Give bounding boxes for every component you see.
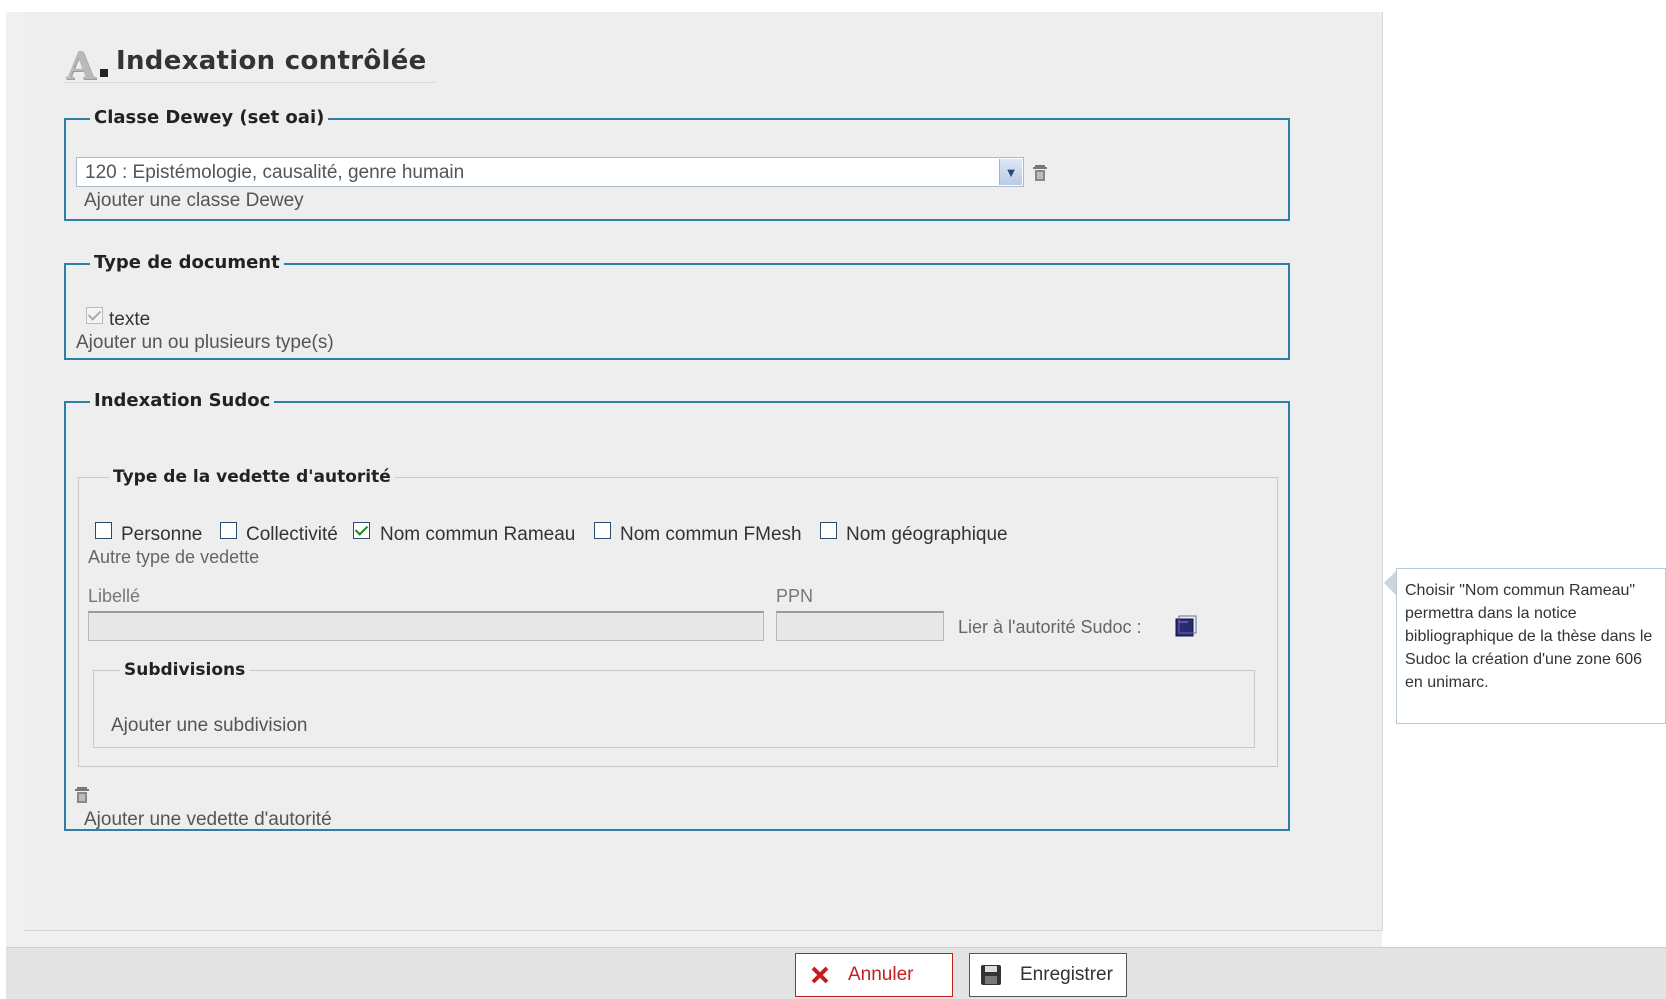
sudoc-fieldset: Indexation Sudoc Type de la vedette d'au…: [64, 389, 1290, 831]
add-dewey-link[interactable]: Ajouter une classe Dewey: [84, 190, 304, 212]
label-nom-geographique: Nom géographique: [846, 524, 1008, 545]
trash-icon[interactable]: [74, 786, 90, 804]
ppn-input[interactable]: [776, 611, 944, 641]
trash-icon[interactable]: [1032, 164, 1048, 182]
checkbox-collectivite[interactable]: [220, 522, 237, 539]
page-title-text: Indexation contrôlée: [116, 46, 427, 76]
page-title: A Indexation contrôlée: [64, 40, 436, 88]
doc-type-legend: Type de document: [90, 251, 284, 275]
chevron-down-icon[interactable]: ▼: [999, 159, 1022, 185]
cancel-button[interactable]: Annuler: [795, 953, 953, 997]
right-margin: [1382, 12, 1666, 947]
authority-a-icon: A: [64, 41, 110, 88]
label-personne: Personne: [121, 524, 203, 545]
vedette-legend: Type de la vedette d'autorité: [109, 466, 395, 488]
dewey-select[interactable]: 120 : Epistémologie, causalité, genre hu…: [76, 157, 1024, 187]
save-button[interactable]: Enregistrer: [969, 953, 1127, 997]
save-button-label: Enregistrer: [1020, 964, 1113, 985]
checkbox-nom-geographique[interactable]: [820, 522, 837, 539]
help-tooltip: Choisir "Nom commun Rameau" permettra da…: [1396, 568, 1666, 724]
other-vedette-type-link[interactable]: Autre type de vedette: [88, 547, 259, 568]
save-icon: [981, 965, 1001, 985]
add-subdivision-link[interactable]: Ajouter une subdivision: [111, 715, 307, 737]
doc-type-texte-label: texte: [109, 309, 151, 330]
cancel-button-label: Annuler: [848, 964, 914, 985]
checkbox-personne[interactable]: [95, 522, 112, 539]
tooltip-arrow: [1384, 571, 1396, 595]
sudoc-legend: Indexation Sudoc: [90, 389, 275, 413]
add-vedette-link[interactable]: Ajouter une vedette d'autorité: [84, 809, 332, 831]
label-collectivite: Collectivité: [246, 524, 338, 545]
link-authority-icon[interactable]: [1175, 615, 1197, 637]
add-doc-type-link[interactable]: Ajouter un ou plusieurs type(s): [76, 332, 334, 354]
dewey-legend: Classe Dewey (set oai): [90, 106, 329, 130]
libelle-input[interactable]: [88, 611, 764, 641]
doc-type-fieldset: Type de document texte Ajouter un ou plu…: [64, 251, 1290, 360]
vedette-fieldset: Type de la vedette d'autorité Personne C…: [78, 466, 1278, 767]
dewey-fieldset: Classe Dewey (set oai) 120 : Epistémolog…: [64, 106, 1290, 221]
checkbox-nom-commun-rameau[interactable]: [353, 522, 370, 539]
libelle-label: Libellé: [88, 586, 141, 606]
label-nom-commun-fmesh: Nom commun FMesh: [620, 524, 802, 545]
dewey-selected-value: 120 : Epistémologie, causalité, genre hu…: [85, 162, 465, 183]
close-icon: [811, 966, 829, 984]
label-nom-commun-rameau: Nom commun Rameau: [380, 524, 576, 545]
link-authority-label: Lier à l'autorité Sudoc :: [958, 617, 1142, 637]
doc-type-texte-checkbox[interactable]: [86, 307, 103, 324]
subdivisions-legend: Subdivisions: [120, 659, 250, 681]
subdivisions-fieldset: Subdivisions Ajouter une subdivision: [93, 659, 1255, 748]
ppn-label: PPN: [776, 586, 814, 606]
checkbox-nom-commun-fmesh[interactable]: [594, 522, 611, 539]
